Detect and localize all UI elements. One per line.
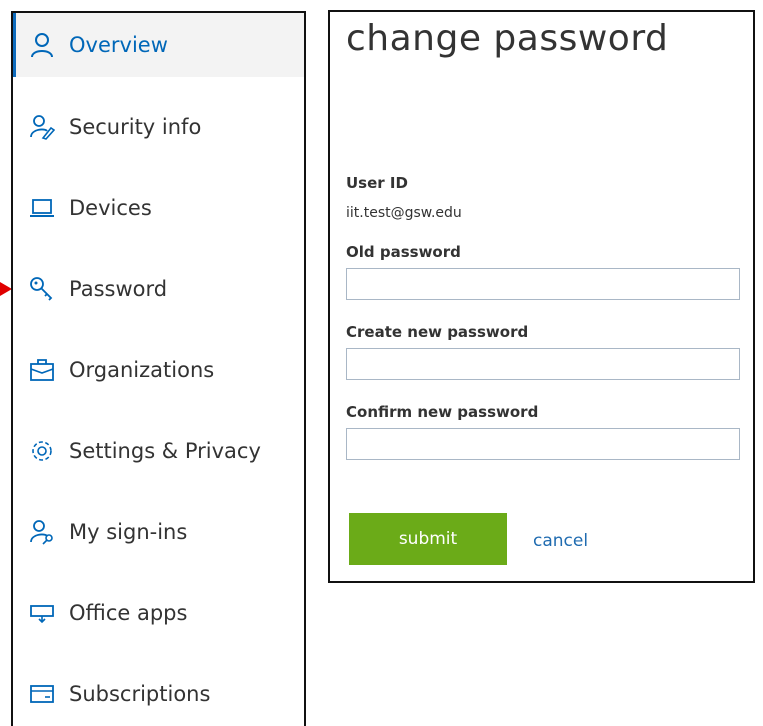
sidebar-item-label: Office apps (69, 601, 188, 625)
sidebar-item-devices[interactable]: Devices (13, 176, 304, 240)
old-password-field[interactable] (346, 268, 740, 300)
sidebar-item-overview[interactable]: Overview (13, 13, 304, 77)
sidebar-item-label: Settings & Privacy (69, 439, 261, 463)
confirm-password-label: Confirm new password (346, 403, 539, 421)
subscriptions-icon (27, 681, 57, 707)
sidebar-item-label: Subscriptions (69, 682, 211, 706)
key-icon (27, 276, 57, 302)
sidebar-nav: Overview Security info Devices Password … (11, 11, 306, 726)
change-password-dialog: change password User ID iit.test@gsw.edu… (328, 10, 755, 583)
sidebar-item-label: Password (69, 277, 168, 301)
new-password-label: Create new password (346, 323, 529, 341)
office-apps-icon (27, 600, 57, 626)
security-info-icon (27, 114, 57, 140)
signins-icon (27, 519, 57, 545)
sidebar-item-label: Organizations (69, 358, 215, 382)
sidebar-item-subscriptions[interactable]: Subscriptions (13, 662, 304, 726)
sidebar-item-password[interactable]: Password (13, 257, 304, 321)
confirm-password-field[interactable] (346, 428, 740, 460)
submit-button[interactable]: submit (349, 513, 507, 565)
user-id-value: iit.test@gsw.edu (346, 205, 462, 221)
briefcase-icon (27, 357, 57, 383)
sidebar-item-label: Security info (69, 115, 202, 139)
sidebar-item-label: My sign-ins (69, 520, 188, 544)
sidebar-item-office-apps[interactable]: Office apps (13, 581, 304, 645)
page-title: change password (346, 18, 669, 59)
person-icon (27, 32, 57, 58)
laptop-icon (27, 195, 57, 221)
sidebar-item-label: Devices (69, 196, 152, 220)
sidebar-item-security-info[interactable]: Security info (13, 95, 304, 159)
sidebar-item-my-sign-ins[interactable]: My sign-ins (13, 500, 304, 564)
sidebar-item-settings-privacy[interactable]: Settings & Privacy (13, 419, 304, 483)
gear-icon (27, 438, 57, 464)
sidebar-item-organizations[interactable]: Organizations (13, 338, 304, 402)
cancel-link[interactable]: cancel (533, 531, 588, 551)
user-id-label: User ID (346, 174, 408, 192)
sidebar-item-label: Overview (69, 33, 168, 57)
old-password-label: Old password (346, 243, 461, 261)
new-password-field[interactable] (346, 348, 740, 380)
